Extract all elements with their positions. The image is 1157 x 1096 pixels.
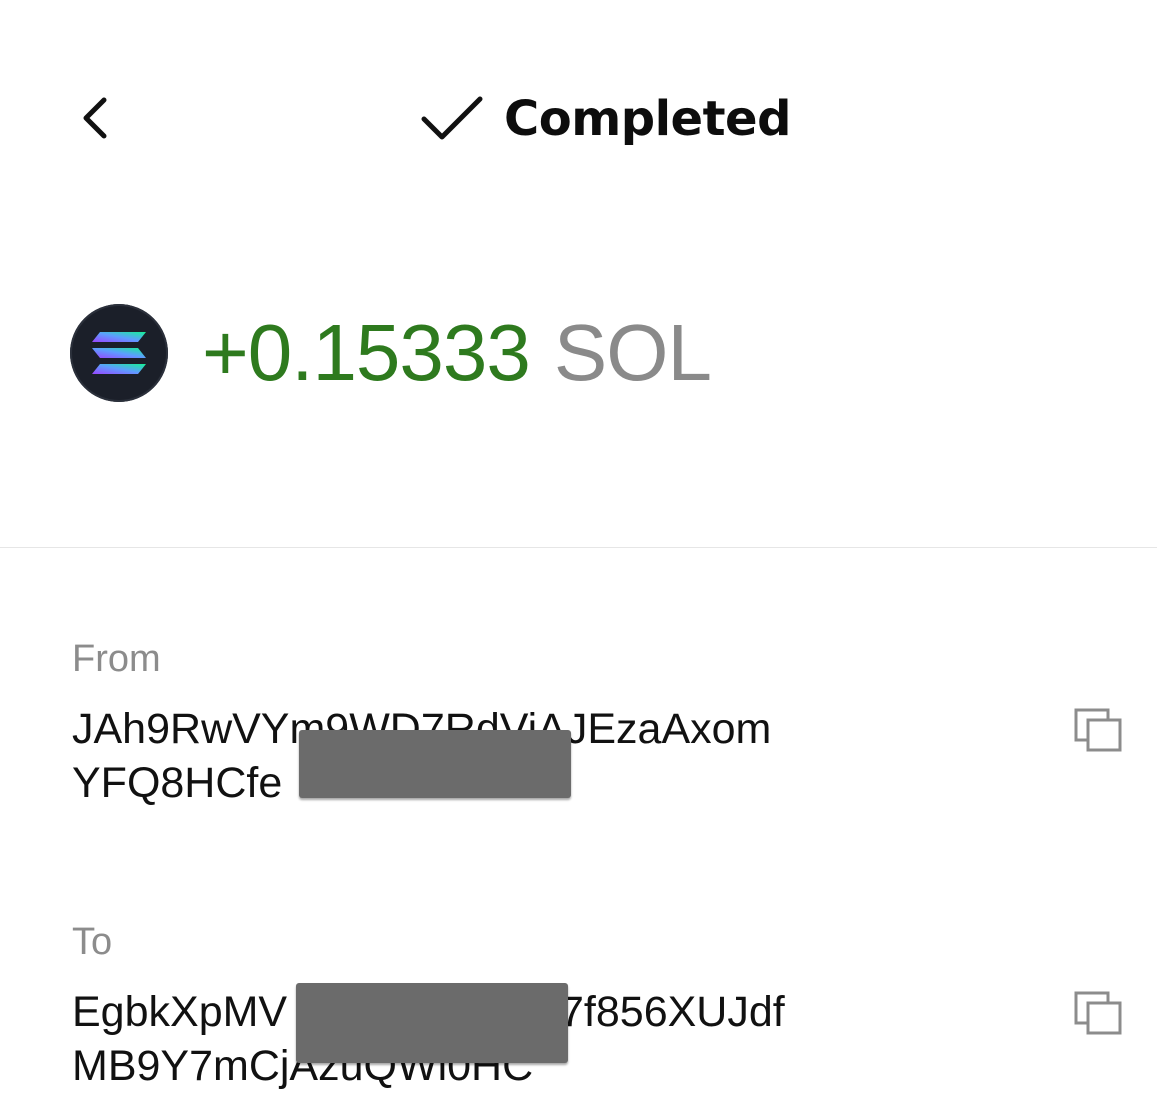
section-divider (0, 547, 1157, 548)
copy-to-address-button[interactable] (1070, 985, 1128, 1043)
back-button[interactable] (66, 88, 122, 148)
from-address[interactable]: JAh9RwVYm9WD7RdViAJEzaAxom YFQ8HCfe (72, 702, 852, 810)
status-label: Completed (504, 91, 791, 147)
from-section: From JAh9RwVYm9WD7RdViAJEzaAxom YFQ8HCfe (72, 640, 1132, 810)
from-label: From (72, 638, 161, 680)
header-bar: Completed (0, 0, 1157, 240)
chevron-left-icon (83, 97, 107, 139)
to-address[interactable]: EgbkXpMV 7f856XUJdf MB9Y7mCjAzuQWi0HC (72, 983, 852, 1093)
transaction-status: Completed (420, 84, 791, 154)
to-address-line1-tail: 7f856XUJdf (560, 988, 785, 1036)
solana-logo-icon (70, 304, 168, 402)
copy-icon (1074, 708, 1122, 752)
redaction-block (299, 730, 571, 798)
checkmark-icon (421, 96, 483, 140)
copy-icon (1074, 991, 1122, 1035)
to-address-line1: EgbkXpMV (72, 988, 288, 1036)
transaction-amount: +0.15333 SOL (202, 308, 712, 397)
copy-from-address-button[interactable] (1070, 702, 1128, 760)
redaction-block (296, 983, 568, 1063)
amount-symbol: SOL (553, 308, 712, 397)
amount-value: +0.15333 (202, 308, 531, 397)
to-section: To EgbkXpMV 7f856XUJdf MB9Y7mCjAzuQWi0HC (72, 923, 1132, 1093)
to-label: To (72, 921, 113, 963)
amount-row: +0.15333 SOL (70, 303, 712, 403)
